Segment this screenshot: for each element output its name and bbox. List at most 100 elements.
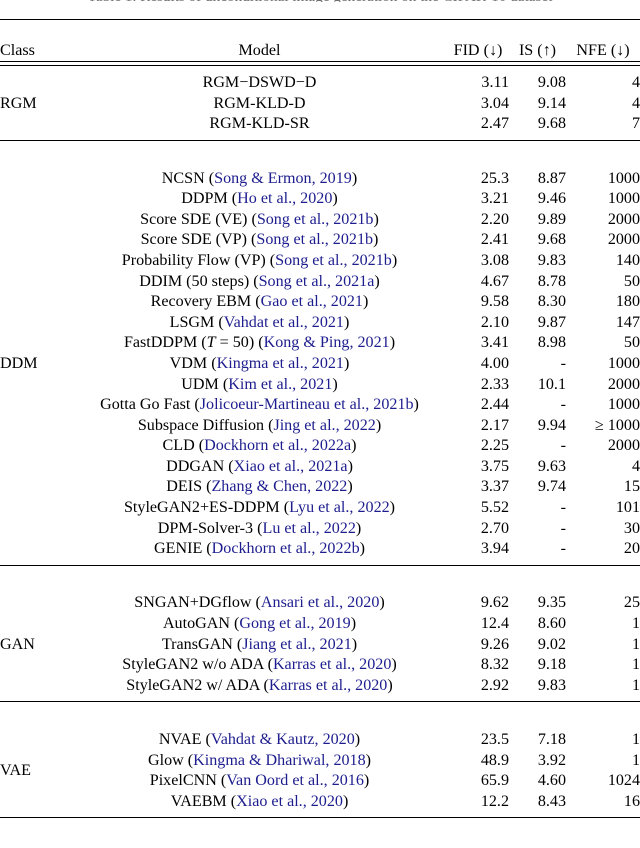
citation-link[interactable]: Ansari et al., 2020 — [261, 594, 379, 611]
citation-link[interactable]: Song et al., 2021b — [256, 231, 373, 248]
model-name: Recovery EBM — [150, 293, 252, 311]
is-value: 9.83 — [537, 251, 566, 269]
results-table: Class Model FID (↓) IS (↑) NFE (↓) RGM RGM−DSW… — [0, 18, 640, 839]
citation-link[interactable]: Gao et al., 2021 — [261, 293, 363, 310]
spacer-cell — [0, 162, 640, 169]
table-top-rule — [0, 18, 640, 41]
model-name: RGM-KLD-SR — [209, 115, 310, 133]
citation-link[interactable]: Zhang & Chen, 2022 — [211, 478, 347, 495]
is-value: 4.60 — [537, 772, 566, 790]
nfe-value: 16 — [623, 792, 640, 810]
model-name-cell: FastDDPM (T = 50) (Kong & Ping, 2021) — [123, 334, 396, 352]
nfe-value: 180 — [615, 293, 640, 311]
is-value: - — [560, 499, 566, 517]
column-header-fid: FID (↓) — [453, 41, 503, 59]
model-name: DDPM — [181, 190, 228, 208]
table-row: AutoGAN (Gong et al., 2019) 12.4 8.60 1 — [0, 614, 640, 635]
nfe-value: 1000 — [607, 396, 640, 414]
model-name: GENIE — [154, 540, 203, 558]
citation-link[interactable]: Ho et al., 2020 — [237, 190, 332, 207]
table-row: DDGAN (Xiao et al., 2021a) 3.75 9.63 4 — [0, 457, 640, 478]
model-name: NCSN — [161, 169, 205, 187]
fid-value: 2.10 — [480, 313, 509, 331]
citation-link[interactable]: Jing et al., 2022 — [273, 417, 375, 434]
model-name: RGM−DSWD−D — [202, 74, 317, 92]
citation-link[interactable]: Karras et al., 2020 — [273, 656, 391, 673]
model-name-cell: DDIM (50 steps) (Song et al., 2021a) — [139, 272, 380, 290]
is-value: 7.18 — [537, 731, 566, 748]
model-name-cell: NCSN (Song & Ermon, 2019) — [161, 169, 358, 187]
nfe-value: 50 — [623, 334, 640, 352]
citation-link[interactable]: Dockhorn et al., 2022a — [204, 437, 351, 454]
fid-value: 3.04 — [480, 94, 509, 112]
table-row: GAN SNGAN+DGflow (Ansari et al., 2020) 9.6… — [0, 593, 640, 652]
model-name-cell: StyleGAN2 w/o ADA (Karras et al., 2020) — [122, 656, 397, 674]
citation-link[interactable]: Lyu et al., 2022 — [289, 499, 390, 516]
is-value: 9.89 — [537, 210, 566, 228]
is-value: 9.83 — [537, 676, 566, 694]
citation-link[interactable]: Jolicoeur-Martineau et al., 2021b — [200, 396, 414, 413]
citation-link[interactable]: Van Oord et al., 2016 — [226, 772, 364, 789]
table-row: Score SDE (VE) (Song et al., 2021b) 2.20 9… — [0, 210, 640, 231]
is-value: 8.43 — [537, 792, 566, 810]
table-row: DDPM (Ho et al., 2020) 3.21 9.46 1000 — [0, 189, 640, 210]
horizontal-rule — [0, 701, 640, 723]
is-value: 8.60 — [537, 615, 566, 633]
model-name: VDM — [169, 354, 208, 372]
model-name-cell: DDGAN (Xiao et al., 2021a) — [166, 457, 353, 475]
citation-link[interactable]: Song et al., 2021b — [257, 211, 374, 228]
citation-link[interactable]: Kingma et al., 2021 — [217, 355, 344, 372]
table-row: PixelCNN (Van Oord et al., 2016) 65.9 4.60… — [0, 771, 640, 792]
citation-link[interactable]: Song et al., 2021a — [259, 273, 375, 290]
citation-link[interactable]: Song & Ermon, 2019 — [214, 170, 352, 187]
nfe-value: 1 — [631, 731, 640, 748]
is-value: 10.1 — [537, 375, 566, 393]
model-name-cell: NVAE (Vahdat & Kautz, 2020) — [158, 731, 361, 748]
citation-link[interactable]: Kong & Ping, 2021 — [264, 334, 390, 351]
horizontal-rule — [0, 18, 640, 41]
citation-link[interactable]: Dockhorn et al., 2022b — [212, 540, 360, 557]
table-row: RGM-KLD-D 3.04 9.14 4 — [0, 94, 640, 115]
nfe-value: 101 — [615, 499, 640, 517]
citation-link[interactable]: Vahdat et al., 2021 — [224, 314, 344, 331]
table-row: Subspace Diffusion (Jing et al., 2022) 2.… — [0, 416, 640, 437]
is-value: - — [560, 437, 566, 455]
model-name-cell: StyleGAN2+ES-DDPM (Lyu et al., 2022) — [123, 499, 396, 517]
model-name: TransGAN — [161, 635, 233, 653]
model-name-cell: LSGM (Vahdat et al., 2021) — [169, 313, 350, 331]
fid-value: 2.47 — [480, 115, 509, 133]
model-name: SNGAN+DGflow — [134, 594, 252, 612]
table-row: UDM (Kim et al., 2021) 2.33 10.1 2000 — [0, 375, 640, 396]
table-row: Score SDE (VP) (Song et al., 2021b) 2.41 9… — [0, 230, 640, 251]
model-name-cell: Subspace Diffusion (Jing et al., 2022) — [137, 416, 382, 434]
class-label-vae: VAE — [0, 761, 32, 779]
citation-link[interactable]: Vahdat & Kautz, 2020 — [211, 731, 355, 748]
citation-link[interactable]: Song et al., 2021b — [275, 252, 392, 269]
citation-link[interactable]: Gong et al., 2019 — [239, 615, 350, 632]
fid-value: 9.26 — [480, 635, 509, 653]
is-value: 8.78 — [537, 272, 566, 290]
is-value: 9.68 — [537, 115, 566, 133]
citation-link[interactable]: Lu et al., 2022 — [262, 520, 355, 537]
model-name: DEIS — [166, 478, 203, 496]
citation-link[interactable]: Karras et al., 2020 — [269, 677, 387, 694]
fid-value: 25.3 — [480, 169, 509, 187]
model-name-cell: GENIE (Dockhorn et al., 2022b) — [154, 540, 365, 558]
spacer-cell — [0, 586, 640, 593]
column-header-nfe: NFE (↓) — [576, 41, 630, 59]
citation-link[interactable]: Xiao et al., 2020 — [236, 793, 343, 810]
citation-link[interactable]: Kim et al., 2021 — [228, 376, 332, 393]
is-value: 8.87 — [537, 169, 566, 187]
table-caption-clipped: Table 1. Results of unconditional image … — [0, 0, 640, 2]
is-value: 8.30 — [537, 293, 566, 311]
model-name-cell: DPM-Solver-3 (Lu et al., 2022) — [157, 519, 362, 537]
citation-link[interactable]: Kingma & Dhariwal, 2018 — [193, 752, 366, 769]
is-value: 9.18 — [537, 656, 566, 674]
citation-link[interactable]: Xiao et al., 2021a — [234, 458, 348, 475]
horizontal-rule — [0, 139, 640, 162]
nfe-value: 1 — [631, 615, 640, 633]
model-name: LSGM — [169, 313, 215, 331]
citation-link[interactable]: Jiang et al., 2021 — [242, 636, 352, 653]
table-row: VDM (Kingma et al., 2021) 4.00 - 1000 — [0, 354, 640, 375]
nfe-value: 1000 — [607, 169, 640, 187]
